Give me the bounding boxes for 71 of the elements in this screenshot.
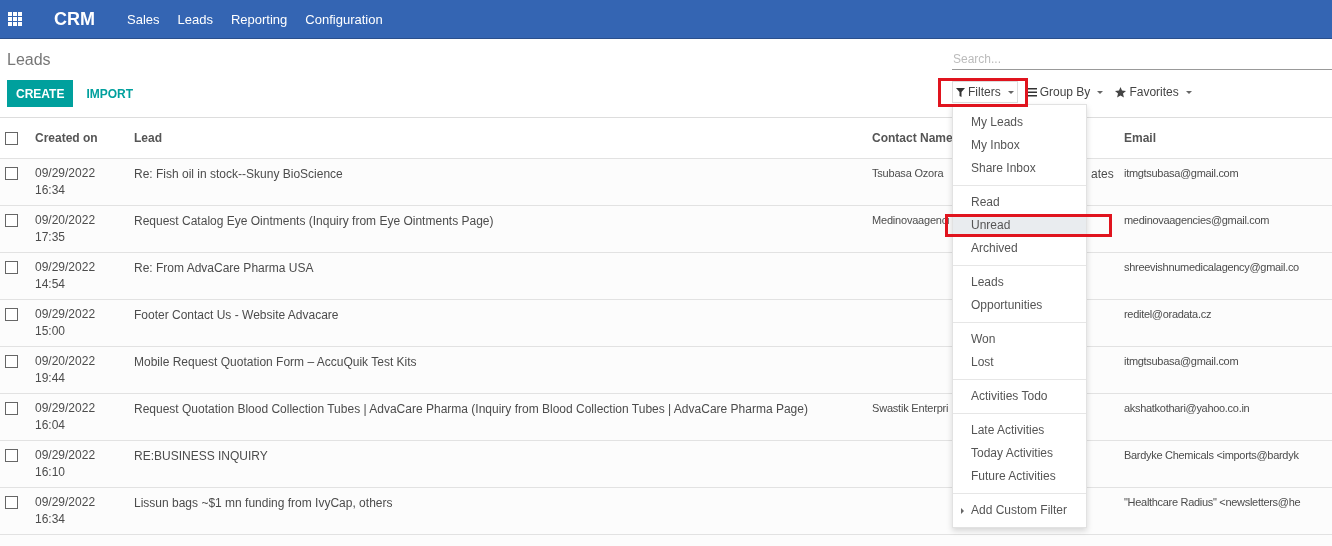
email-cell: itmgtsubasa@gmail.com [1124, 354, 1239, 367]
nav-menu-item[interactable]: Configuration [305, 11, 383, 27]
column-header[interactable]: Created on [35, 130, 98, 145]
nav-menu-item[interactable]: Sales [127, 11, 160, 27]
caret-icon [1007, 90, 1014, 94]
filters-dropdown[interactable]: Filters [952, 81, 1018, 103]
contact-cell: Swastik Enterpri [872, 401, 949, 414]
date-cell-text: 09/29/2022 16:04 [35, 399, 97, 434]
lead-cell: Lissun bags ~$1 mn funding from IvyCap, others [134, 495, 393, 510]
filter-option[interactable]: Read [953, 191, 1086, 214]
list-icon [1025, 86, 1037, 98]
filter-option[interactable]: Leads [953, 271, 1086, 294]
filter-option[interactable]: Late Activities [953, 419, 1086, 442]
date-cell-text: 09/29/2022 16:34 [35, 493, 97, 528]
group-by-dropdown[interactable]: Group By [1021, 81, 1108, 103]
add-custom-filter-toggle[interactable]: Add Custom Filter [953, 499, 1086, 522]
filter-option[interactable]: Today Activities [953, 442, 1086, 465]
star-icon [1115, 86, 1127, 98]
filter-option[interactable]: Archived [953, 237, 1086, 260]
table-cell: ates [1091, 166, 1114, 181]
lead-cell: Request Quotation Blood Collection Tubes | AdvaCare Pharma (Inquiry from Blood Collection Tubes | AdvaCare Pharma Page) [134, 401, 808, 416]
caret-icon [1185, 90, 1192, 94]
email-cell: "Healthcare Radius" <newsletters@he [1124, 495, 1301, 508]
caret-icon [961, 507, 964, 514]
email-cell: shreevishnumedicalagency@gmail.co [1124, 260, 1299, 273]
lead-cell: Re: Fish oil in stock--Skuny BioScience [134, 166, 343, 181]
row-checkbox[interactable] [5, 495, 18, 509]
lead-cell: Footer Contact Us - Website Advacare [134, 307, 339, 322]
lead-cell: RE:BUSINESS INQUIRY [134, 448, 268, 463]
email-cell: Bardyke Chemicals <imports@bardyk [1124, 448, 1299, 461]
row-checkbox[interactable] [5, 401, 18, 415]
filter-option[interactable]: My Leads [953, 111, 1086, 134]
row-checkbox[interactable] [5, 213, 18, 227]
email-cell: itmgtsubasa@gmail.com [1124, 166, 1239, 179]
app-name: CRM [54, 8, 95, 30]
filter-option[interactable]: Future Activities [953, 465, 1086, 488]
filter-option[interactable]: My Inbox [953, 134, 1086, 157]
lead-cell: Mobile Request Quotation Form – AccuQuik Test Kits [134, 354, 417, 369]
date-cell-text: 09/20/2022 17:35 [35, 211, 97, 246]
email-cell: akshatkothari@yahoo.co.in [1124, 401, 1250, 414]
column-header[interactable]: Lead [134, 130, 162, 145]
contact-cell: Tsubasa Ozora [872, 166, 944, 179]
filter-option[interactable]: Share Inbox [953, 157, 1086, 180]
date-cell-text: 09/20/2022 19:44 [35, 352, 97, 387]
favorites-dropdown[interactable]: Favorites [1111, 81, 1196, 103]
email-cell: reditel@oradata.cz [1124, 307, 1212, 320]
row-checkbox[interactable] [5, 307, 18, 321]
nav-menu-item[interactable]: Leads [177, 11, 213, 27]
filter-option[interactable]: Activities Todo [953, 385, 1086, 408]
filter-option[interactable]: Lost [953, 351, 1086, 374]
row-checkbox[interactable] [5, 260, 18, 274]
row-checkbox[interactable] [5, 448, 18, 462]
row-checkbox[interactable] [5, 354, 18, 368]
nav-menu-item[interactable]: Reporting [230, 11, 288, 27]
date-cell-text: 09/29/2022 15:00 [35, 305, 97, 340]
filter-option[interactable]: Won [953, 328, 1086, 351]
funnel-icon [956, 86, 965, 98]
caret-icon [1097, 90, 1104, 94]
page-title: Leads [7, 51, 52, 70]
filter-option[interactable]: Opportunities [953, 294, 1086, 317]
date-cell-text: 09/29/2022 14:54 [35, 258, 97, 293]
lead-cell: Re: From AdvaCare Pharma USA [134, 260, 314, 275]
select-all-checkbox[interactable] [5, 131, 18, 145]
date-cell-text: 09/29/2022 16:34 [35, 164, 97, 199]
column-header[interactable]: Email [1124, 130, 1156, 145]
column-header[interactable]: Contact Name [872, 130, 953, 145]
date-cell-text: 09/29/2022 16:10 [35, 446, 97, 481]
grid-icon [8, 12, 22, 26]
row-checkbox[interactable] [5, 166, 18, 180]
email-cell: medinovaagencies@gmail.com [1124, 213, 1270, 226]
lead-cell: Request Catalog Eye Ointments (Inquiry from Eye Ointments Page) [134, 213, 494, 228]
